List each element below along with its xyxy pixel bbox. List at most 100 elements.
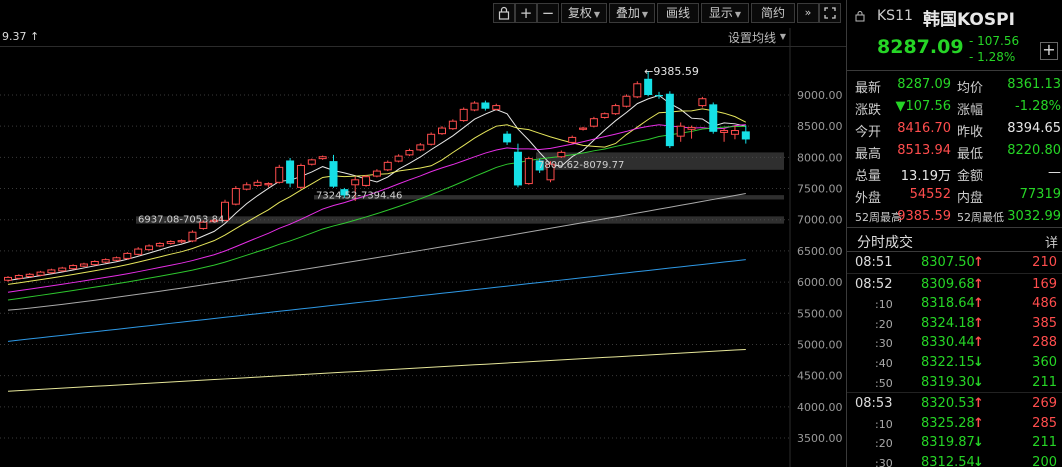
candle-body[interactable] bbox=[286, 160, 295, 184]
candle-body[interactable] bbox=[687, 126, 696, 130]
candle-body[interactable] bbox=[405, 150, 414, 156]
candle-body[interactable] bbox=[568, 136, 577, 143]
candle-body[interactable] bbox=[633, 83, 642, 98]
expand-button[interactable]: » bbox=[797, 3, 819, 23]
lock-icon[interactable] bbox=[855, 10, 865, 22]
diejia-dropdown[interactable]: 叠加 ▼ bbox=[609, 3, 655, 23]
candle-body[interactable] bbox=[351, 179, 360, 186]
quote-value: 8513.94 bbox=[897, 143, 951, 158]
candle-body[interactable] bbox=[698, 98, 707, 107]
zoom-out-button[interactable]: − bbox=[537, 3, 559, 23]
candle-body[interactable] bbox=[58, 267, 67, 272]
candle-body[interactable] bbox=[145, 245, 154, 251]
candle-body[interactable] bbox=[123, 252, 132, 259]
candle-body[interactable] bbox=[253, 181, 262, 186]
tick-row[interactable]: :30 8312.54 ↓ 200 bbox=[847, 454, 1062, 467]
candle-body[interactable] bbox=[329, 161, 338, 187]
candle-body[interactable] bbox=[524, 158, 533, 185]
candle-body[interactable] bbox=[166, 241, 175, 244]
candle-body[interactable] bbox=[589, 118, 598, 127]
candle-body[interactable] bbox=[709, 104, 718, 132]
candle-body[interactable] bbox=[69, 265, 78, 270]
tick-row[interactable]: 08:52 8309.68 ↑ 169 bbox=[847, 276, 1062, 295]
fuquan-dropdown[interactable]: 复权 ▼ bbox=[561, 3, 607, 23]
time-sales-detail-button[interactable]: 详 bbox=[1045, 232, 1058, 251]
candle-body[interactable] bbox=[438, 127, 446, 135]
candle-body[interactable] bbox=[600, 113, 609, 118]
candle-body[interactable] bbox=[275, 166, 284, 183]
candle-body[interactable] bbox=[47, 269, 56, 274]
candle-body[interactable] bbox=[25, 273, 34, 277]
candle-body[interactable] bbox=[307, 159, 316, 165]
tick-row[interactable]: :20 8319.87 ↓ 211 bbox=[847, 434, 1062, 453]
arrow-up-icon: ↑ bbox=[973, 276, 984, 292]
candle-body[interactable] bbox=[264, 183, 273, 186]
candle-body[interactable] bbox=[720, 130, 729, 133]
jianyue-button[interactable]: 简约 bbox=[751, 3, 795, 23]
candle-body[interactable] bbox=[427, 133, 436, 145]
candle-body[interactable] bbox=[448, 120, 457, 130]
candle-body[interactable] bbox=[644, 78, 653, 95]
set-ma-button[interactable]: 设置均线 bbox=[728, 29, 776, 46]
kline-chart-area[interactable]: 9000.00 8500.00 8000.00 7500.00 7000.00 6500.… bbox=[0, 0, 846, 467]
candle-body[interactable] bbox=[101, 259, 110, 263]
candle-body[interactable] bbox=[4, 276, 12, 281]
candle-body[interactable] bbox=[372, 170, 381, 177]
tick-row[interactable]: :20 8324.18 ↑ 385 bbox=[847, 315, 1062, 334]
candle-body[interactable] bbox=[79, 263, 88, 267]
tick-row[interactable]: :10 8318.64 ↑ 486 bbox=[847, 295, 1062, 314]
candle-body[interactable] bbox=[470, 102, 479, 111]
candle-body[interactable] bbox=[416, 144, 425, 151]
candle-body[interactable] bbox=[676, 125, 685, 137]
candle-body[interactable] bbox=[90, 261, 99, 266]
tick-row[interactable]: :50 8319.30 ↓ 211 bbox=[847, 374, 1062, 393]
huaxian-button[interactable]: 画线 bbox=[657, 3, 699, 23]
candle-body[interactable] bbox=[557, 151, 566, 158]
candle-body[interactable] bbox=[611, 105, 620, 115]
candle-body[interactable] bbox=[730, 130, 739, 135]
candle-body[interactable] bbox=[383, 161, 392, 171]
candle-body[interactable] bbox=[665, 93, 674, 147]
add-watchlist-button[interactable]: + bbox=[1040, 42, 1058, 60]
candle-body[interactable] bbox=[134, 248, 143, 255]
candle-body[interactable] bbox=[394, 155, 403, 162]
candle-body[interactable] bbox=[36, 271, 45, 276]
candle-body[interactable] bbox=[655, 95, 663, 97]
candle-body[interactable] bbox=[231, 188, 240, 205]
candle-body[interactable] bbox=[155, 242, 164, 247]
tick-row[interactable]: :10 8325.28 ↑ 285 bbox=[847, 415, 1062, 434]
candle-body[interactable] bbox=[503, 133, 512, 143]
candle-body[interactable] bbox=[362, 176, 371, 186]
candle-body[interactable] bbox=[579, 127, 588, 130]
candle-body[interactable] bbox=[242, 184, 251, 190]
lock-button[interactable] bbox=[493, 3, 515, 23]
tick-row[interactable]: :40 8322.15 ↓ 360 bbox=[847, 354, 1062, 373]
candle-body[interactable] bbox=[622, 95, 631, 107]
tick-row[interactable]: 08:53 8320.53 ↑ 269 bbox=[847, 395, 1062, 414]
tick-volume: 211 bbox=[1032, 435, 1057, 451]
tick-row[interactable]: 08:51 8307.50 ↑ 210 bbox=[847, 254, 1062, 273]
candle-body[interactable] bbox=[296, 164, 305, 188]
candle-body[interactable] bbox=[318, 156, 327, 160]
tick-time: 08:52 bbox=[855, 276, 893, 292]
y-tick-label: 6000.00 bbox=[797, 276, 843, 289]
candle-body[interactable] bbox=[492, 105, 501, 110]
candle-body[interactable] bbox=[112, 257, 121, 261]
fullscreen-button[interactable] bbox=[819, 3, 841, 23]
candle-body[interactable] bbox=[177, 240, 186, 243]
candle-body[interactable] bbox=[14, 275, 23, 279]
kline-chart[interactable]: 9000.00 8500.00 8000.00 7500.00 7000.00 6500.… bbox=[0, 0, 846, 467]
zoom-in-button[interactable]: + bbox=[515, 3, 537, 23]
candle-body[interactable] bbox=[481, 102, 490, 109]
quote-label: 涨幅 bbox=[957, 103, 984, 118]
tick-time: :10 bbox=[875, 417, 893, 431]
quote-row: 今开 8416.70 昨收 8394.65 bbox=[847, 118, 1062, 140]
candle-body[interactable] bbox=[459, 108, 468, 122]
candle-body[interactable] bbox=[188, 231, 197, 242]
candle-body[interactable] bbox=[513, 151, 522, 186]
candle-body[interactable] bbox=[741, 131, 750, 140]
quote-label: 金额 bbox=[957, 169, 984, 184]
tick-row[interactable]: :30 8330.44 ↑ 288 bbox=[847, 334, 1062, 353]
quote-value: 3032.99 bbox=[1007, 209, 1061, 224]
xianshi-dropdown[interactable]: 显示 ▼ bbox=[701, 3, 749, 23]
